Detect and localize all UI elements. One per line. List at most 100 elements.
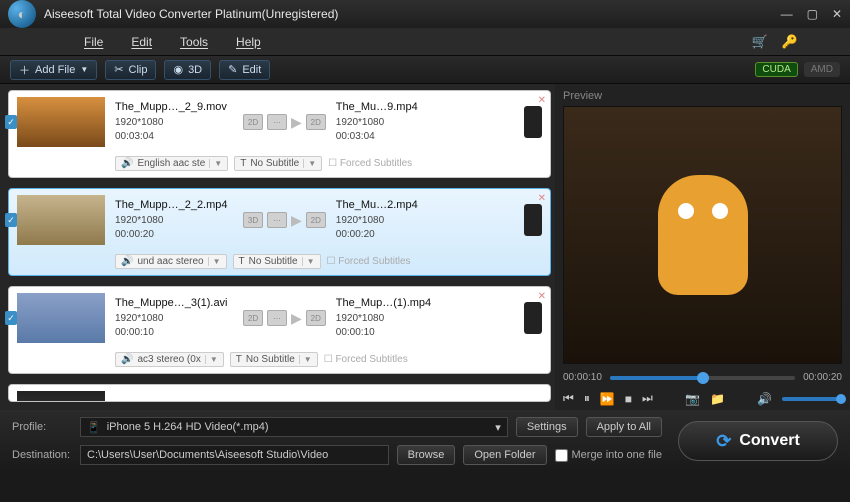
- file-card[interactable]: ✓ ✕ The_Muppe…_3(1).avi 1920*1080 00:00:…: [8, 286, 551, 374]
- menu-file[interactable]: File: [84, 35, 103, 49]
- process-steps: 2D⋯▶2D: [243, 114, 326, 131]
- thumbnail[interactable]: [17, 293, 105, 343]
- open-folder-button[interactable]: 📁: [710, 392, 725, 406]
- process-steps: 2D⋯▶2D: [243, 310, 326, 327]
- maximize-button[interactable]: ▢: [807, 7, 818, 21]
- phone-icon: 📱: [87, 421, 101, 434]
- output-resolution: 1920*1080: [336, 214, 438, 228]
- subtitle-select[interactable]: TNo Subtitle▼: [230, 352, 318, 367]
- device-icon[interactable]: [524, 204, 542, 236]
- time-current: 00:00:10: [563, 372, 602, 383]
- source-duration: 00:00:20: [115, 228, 233, 242]
- open-folder-button[interactable]: Open Folder: [463, 445, 546, 465]
- output-duration: 00:00:20: [336, 228, 438, 242]
- edit-button[interactable]: ✎ Edit: [219, 60, 270, 80]
- process-steps: 3D⋯▶2D: [243, 212, 326, 229]
- amd-badge: AMD: [804, 62, 840, 77]
- preview-label: Preview: [563, 90, 842, 102]
- snapshot-button[interactable]: 📷: [685, 392, 700, 406]
- browse-button[interactable]: Browse: [397, 445, 456, 465]
- forced-subtitles-toggle[interactable]: ☐ Forced Subtitles: [328, 158, 412, 169]
- cuda-badge: CUDA: [755, 62, 797, 77]
- check-icon[interactable]: ✓: [5, 213, 17, 227]
- menu-tools[interactable]: Tools: [180, 35, 208, 49]
- preview-panel: Preview 00:00:10 00:00:20 ⏮ ⏸ ⏩ ■ ⏭ 📷 📁 …: [555, 84, 850, 410]
- audio-select[interactable]: 🔊und aac stereo▼: [115, 254, 227, 269]
- cart-icon[interactable]: 🛒: [752, 34, 768, 50]
- next-button[interactable]: ⏭: [642, 391, 653, 406]
- forced-subtitles-toggle[interactable]: ☐ Forced Subtitles: [327, 256, 411, 267]
- 3d-button[interactable]: ◉ 3D: [164, 60, 211, 80]
- source-filename: The_Muppe…_3(1).avi: [115, 296, 233, 311]
- menu-help[interactable]: Help: [236, 35, 261, 49]
- forced-subtitles-toggle[interactable]: ☐ Forced Subtitles: [324, 354, 408, 365]
- audio-select[interactable]: 🔊English aac ste▼: [115, 156, 228, 171]
- thumbnail[interactable]: [17, 97, 105, 147]
- window-title: Aiseesoft Total Video Converter Platinum…: [44, 7, 781, 21]
- source-filename: The_Mupp…_2_2.mp4: [115, 198, 233, 213]
- file-card[interactable]: [8, 384, 551, 402]
- output-filename: The_Mup…(1).mp4: [336, 296, 438, 311]
- plus-icon: ＋: [19, 62, 30, 78]
- prev-button[interactable]: ⏮: [563, 391, 574, 406]
- source-duration: 00:03:04: [115, 130, 233, 144]
- add-file-button[interactable]: ＋ Add File ▼: [10, 60, 97, 80]
- subtitle-select[interactable]: TNo Subtitle▼: [233, 254, 321, 269]
- titlebar: ◐ Aiseesoft Total Video Converter Platin…: [0, 0, 850, 28]
- next-frame-button[interactable]: ⏩: [600, 392, 615, 406]
- seek-slider[interactable]: [610, 376, 795, 380]
- volume-slider[interactable]: [782, 397, 842, 401]
- merge-checkbox[interactable]: Merge into one file: [555, 449, 663, 462]
- file-list[interactable]: ✓ ✕ The_Mupp…_2_9.mov 1920*1080 00:03:04…: [0, 84, 555, 410]
- convert-button[interactable]: ⟳ Convert: [678, 421, 838, 461]
- source-resolution: 1920*1080: [115, 312, 233, 326]
- source-resolution: 1920*1080: [115, 116, 233, 130]
- remove-file-button[interactable]: ✕: [538, 193, 546, 204]
- destination-input[interactable]: C:\Users\User\Documents\Aiseesoft Studio…: [80, 445, 389, 465]
- check-icon[interactable]: ✓: [5, 311, 17, 325]
- bottom-bar: Profile: 📱 iPhone 5 H.264 HD Video(*.mp4…: [0, 410, 850, 472]
- menubar: File Edit Tools Help 🛒 🔑: [0, 28, 850, 56]
- chevron-down-icon: ▼: [80, 65, 88, 74]
- output-filename: The_Mu…2.mp4: [336, 198, 438, 213]
- remove-file-button[interactable]: ✕: [538, 95, 546, 106]
- stop-button[interactable]: ■: [625, 392, 632, 406]
- pause-button[interactable]: ⏸: [584, 391, 590, 406]
- thumbnail[interactable]: [17, 391, 105, 402]
- output-resolution: 1920*1080: [336, 116, 438, 130]
- scissors-icon: ✂: [114, 63, 123, 76]
- remove-file-button[interactable]: ✕: [538, 291, 546, 302]
- app-logo-icon: ◐: [8, 0, 36, 28]
- minimize-button[interactable]: —: [781, 7, 793, 21]
- audio-select[interactable]: 🔊ac3 stereo (0x▼: [115, 352, 224, 367]
- source-duration: 00:00:10: [115, 326, 233, 340]
- check-icon[interactable]: ✓: [5, 115, 17, 129]
- device-icon[interactable]: [524, 302, 542, 334]
- profile-label: Profile:: [12, 421, 72, 433]
- device-icon[interactable]: [524, 106, 542, 138]
- file-card[interactable]: ✓ ✕ The_Mupp…_2_2.mp4 1920*1080 00:00:20…: [8, 188, 551, 276]
- source-filename: The_Mupp…_2_9.mov: [115, 100, 233, 115]
- apply-all-button[interactable]: Apply to All: [586, 417, 662, 437]
- settings-button[interactable]: Settings: [516, 417, 578, 437]
- volume-icon[interactable]: 🔊: [757, 392, 772, 406]
- destination-label: Destination:: [12, 449, 72, 461]
- toolbar: ＋ Add File ▼ ✂ Clip ◉ 3D ✎ Edit CUDA AMD: [0, 56, 850, 84]
- output-resolution: 1920*1080: [336, 312, 438, 326]
- clip-button[interactable]: ✂ Clip: [105, 60, 156, 80]
- output-duration: 00:03:04: [336, 130, 438, 144]
- time-total: 00:00:20: [803, 372, 842, 383]
- subtitle-select[interactable]: TNo Subtitle▼: [234, 156, 322, 171]
- refresh-icon: ⟳: [716, 431, 731, 452]
- close-button[interactable]: ✕: [832, 7, 842, 21]
- key-icon[interactable]: 🔑: [782, 34, 798, 50]
- 3d-icon: ◉: [173, 63, 183, 76]
- preview-screen[interactable]: [563, 106, 842, 364]
- chevron-down-icon: ▾: [495, 421, 501, 434]
- profile-select[interactable]: 📱 iPhone 5 H.264 HD Video(*.mp4) ▾: [80, 417, 508, 437]
- output-duration: 00:00:10: [336, 326, 438, 340]
- file-card[interactable]: ✓ ✕ The_Mupp…_2_9.mov 1920*1080 00:03:04…: [8, 90, 551, 178]
- menu-edit[interactable]: Edit: [131, 35, 152, 49]
- thumbnail[interactable]: [17, 195, 105, 245]
- output-filename: The_Mu…9.mp4: [336, 100, 438, 115]
